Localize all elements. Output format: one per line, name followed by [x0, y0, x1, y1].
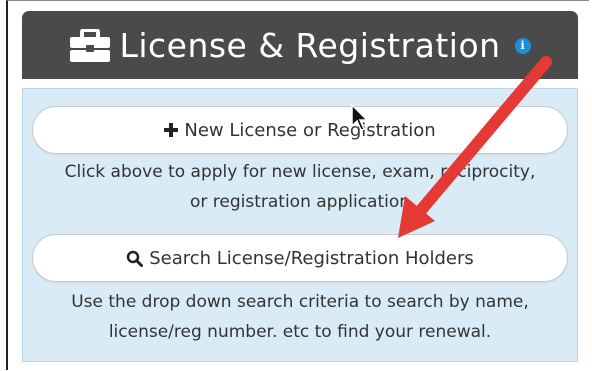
briefcase-icon	[70, 29, 111, 62]
info-icon[interactable]: i	[514, 38, 531, 54]
new-license-button[interactable]: New License or Registration	[32, 106, 568, 154]
search-description: Use the drop down search criteria to sea…	[22, 287, 578, 347]
search-holders-button[interactable]: Search License/Registration Holders	[32, 234, 568, 282]
plus-icon	[164, 123, 179, 137]
search-holders-label: Search License/Registration Holders	[149, 247, 474, 269]
new-license-label: New License or Registration	[184, 119, 436, 141]
new-license-description-text: Click above to apply for new license, ex…	[64, 162, 536, 212]
panel-header: License & Registration i	[22, 11, 578, 79]
search-description-text: Use the drop down search criteria to sea…	[71, 292, 529, 342]
search-icon	[126, 250, 144, 267]
panel-title: License & Registration	[119, 25, 501, 65]
new-license-description: Click above to apply for new license, ex…	[22, 157, 578, 217]
mouse-cursor-icon	[351, 104, 369, 131]
